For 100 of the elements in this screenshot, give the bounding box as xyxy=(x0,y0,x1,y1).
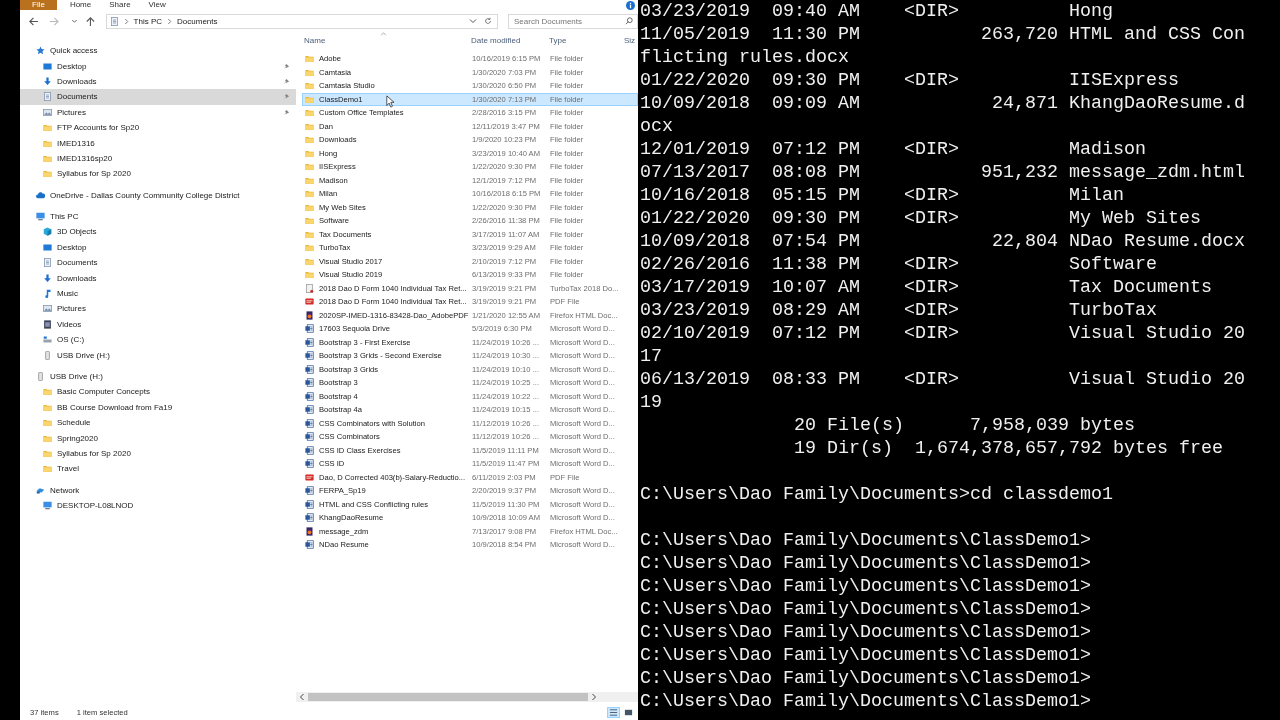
pdf-icon xyxy=(305,472,314,482)
nav-item[interactable]: Spring2020 xyxy=(20,430,296,446)
console-line: C:\Users\Dao Family\Documents\ClassDemo1> xyxy=(640,644,1092,667)
nav-item[interactable]: Downloads xyxy=(20,73,296,90)
nav-item[interactable]: Pictures xyxy=(20,104,296,120)
document-icon xyxy=(43,258,52,268)
console-line: 11/05/2019 11:30 PM 263,720 HTML and CSS Con xyxy=(640,23,1246,46)
nav-item[interactable]: USB Drive (H:) xyxy=(20,347,296,363)
nav-item[interactable]: Desktop xyxy=(20,58,296,74)
nav-item[interactable]: Syllabus for Sp 2020 xyxy=(20,166,296,182)
folder-icon xyxy=(305,121,314,131)
column-header[interactable]: Siz xyxy=(624,35,636,45)
console-line: 06/13/2019 08:33 PM <DIR> Visual Studio 20 xyxy=(640,368,1246,391)
folder-icon xyxy=(43,169,52,179)
network-icon xyxy=(36,485,45,495)
nav-item[interactable]: OS (C:) xyxy=(20,332,296,348)
nav-item[interactable]: This PC xyxy=(20,208,296,225)
column-header[interactable]: Name xyxy=(302,35,471,45)
word-document-icon xyxy=(305,391,314,401)
nav-item[interactable]: Downloads xyxy=(20,270,296,286)
ribbon-tab[interactable]: View xyxy=(139,0,175,10)
nav-item[interactable]: Documents xyxy=(20,255,296,271)
console-line: C:\Users\Dao Family\Documents\ClassDemo1> xyxy=(640,621,1092,644)
chevron-icon xyxy=(123,17,129,25)
folder-icon xyxy=(305,135,314,145)
computer-icon xyxy=(36,212,45,222)
nav-item[interactable]: Documents xyxy=(20,89,296,105)
monitor-icon xyxy=(43,61,52,71)
folder-icon xyxy=(43,433,52,443)
nav-item[interactable]: Pictures xyxy=(20,301,296,317)
folder-icon xyxy=(43,402,52,412)
folder-icon xyxy=(305,94,314,104)
horizontal-scrollbar[interactable] xyxy=(296,692,638,702)
folder-icon xyxy=(305,162,314,172)
caret-icon[interactable] xyxy=(469,17,477,25)
search-field[interactable]: Search Documents xyxy=(508,13,638,29)
nav-item[interactable]: IMED1316sp20 xyxy=(20,150,296,167)
scroll-right-icon[interactable] xyxy=(591,693,597,701)
back-arrow-icon[interactable] xyxy=(28,15,39,27)
nav-item[interactable]: USB Drive (H:) xyxy=(20,368,296,385)
breadcrumb[interactable]: Documents xyxy=(177,16,218,26)
forward-arrow-icon[interactable] xyxy=(48,15,60,27)
help-icon[interactable] xyxy=(626,0,635,10)
word-document-icon xyxy=(305,418,314,428)
console-line: 01/22/2020 09:30 PM <DIR> My Web Sites xyxy=(640,207,1202,230)
pin-icon[interactable] xyxy=(283,62,290,70)
nav-item[interactable]: Network xyxy=(20,482,296,498)
document-icon xyxy=(43,92,52,102)
tiles-view-icon[interactable] xyxy=(623,708,634,717)
refresh-icon[interactable] xyxy=(484,17,492,25)
nav-item[interactable]: Music xyxy=(20,285,296,302)
picture-icon xyxy=(43,304,52,314)
console-line: C:\Users\Dao Family\Documents\ClassDemo1> xyxy=(640,667,1092,690)
nav-item[interactable]: OneDrive - Dallas County Community College District xyxy=(20,187,296,203)
ribbon-tab[interactable]: Home xyxy=(60,0,101,10)
word-document-icon xyxy=(305,337,314,347)
nav-item[interactable]: Travel xyxy=(20,461,296,477)
folder-icon xyxy=(43,153,52,163)
console-line: C:\Users\Dao Family\Documents\ClassDemo1> xyxy=(640,552,1092,575)
nav-item[interactable]: Schedule xyxy=(20,415,296,431)
console-line: 02/26/2016 11:38 PM <DIR> Software xyxy=(640,253,1158,276)
column-header[interactable]: Date modified xyxy=(471,35,549,45)
mouse-cursor-icon xyxy=(386,95,394,108)
column-header[interactable]: Type xyxy=(549,35,624,45)
cube-icon xyxy=(43,227,52,237)
pin-icon[interactable] xyxy=(283,77,290,85)
web-page-icon xyxy=(305,310,314,320)
pin-icon[interactable] xyxy=(283,93,290,101)
nav-item[interactable]: BB Course Download from Fa19 xyxy=(20,399,296,415)
nav-item[interactable]: Desktop xyxy=(20,239,296,256)
console-line: 19 Dir(s) 1,674,378,657,792 bytes free xyxy=(792,437,1224,460)
console-line: 12/01/2019 07:12 PM <DIR> Madison xyxy=(640,138,1147,161)
folder-icon xyxy=(43,464,52,474)
nav-item[interactable]: Quick access xyxy=(20,43,296,59)
nav-item[interactable]: IMED1316 xyxy=(20,135,296,151)
nav-item[interactable]: Basic Computer Concepts xyxy=(20,384,296,400)
word-document-icon xyxy=(305,445,314,455)
monitor-icon xyxy=(43,242,52,252)
video-icon xyxy=(43,319,52,329)
scroll-left-icon[interactable] xyxy=(299,693,305,701)
nav-item[interactable]: Syllabus for Sp 2020 xyxy=(20,445,296,462)
address-bar[interactable]: This PC Documents xyxy=(105,13,498,29)
word-document-icon xyxy=(305,540,314,550)
folder-icon xyxy=(305,216,314,226)
word-document-icon xyxy=(305,499,314,509)
search-icon xyxy=(625,17,633,25)
nav-item[interactable]: Videos xyxy=(20,316,296,333)
up-arrow-icon[interactable] xyxy=(84,15,96,27)
details-view-icon[interactable] xyxy=(608,708,619,717)
nav-item[interactable]: FTP Accounts for Sp20 xyxy=(20,119,296,136)
word-document-icon xyxy=(305,351,314,361)
star-icon xyxy=(36,46,45,56)
word-document-icon xyxy=(305,405,314,415)
nav-item[interactable]: 3D Objects xyxy=(20,224,296,240)
console-line: ocx xyxy=(640,115,674,138)
nav-item[interactable]: DESKTOP-L08LNOD xyxy=(20,497,296,514)
pin-icon[interactable] xyxy=(283,108,290,116)
breadcrumb[interactable]: This PC xyxy=(133,16,163,26)
folder-icon xyxy=(43,387,52,397)
ribbon-tab[interactable]: Share xyxy=(100,0,140,10)
